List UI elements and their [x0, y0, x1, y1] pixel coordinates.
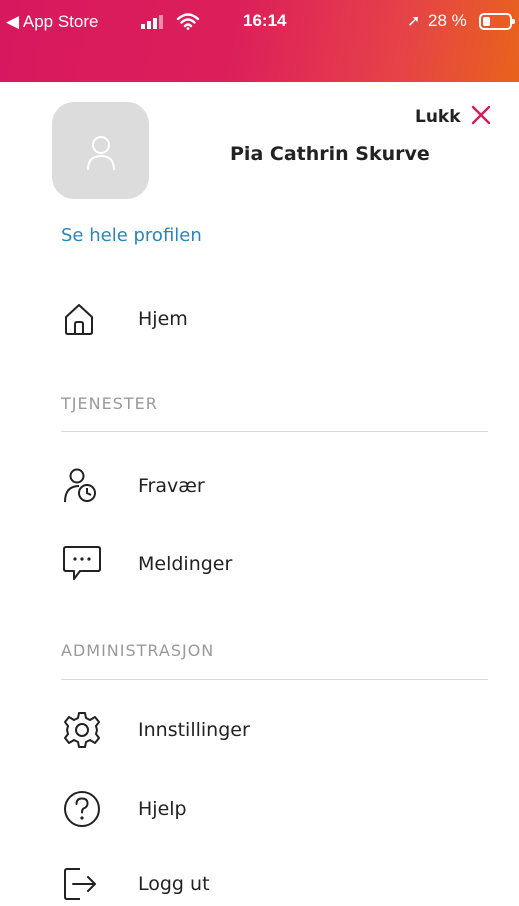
section-title-administrasjon: ADMINISTRASJON — [61, 641, 215, 660]
menu-item-label: Hjem — [138, 308, 188, 330]
person-placeholder-icon — [87, 136, 115, 171]
home-icon — [62, 297, 108, 341]
gear-icon — [62, 708, 108, 752]
menu-item-logg-ut[interactable]: Logg ut — [62, 862, 210, 906]
status-bar: ◀ App Store 16:14 ➚ 28 % — [0, 0, 519, 82]
menu-item-label: Hjelp — [138, 798, 187, 820]
menu-item-home[interactable]: Hjem — [62, 297, 188, 341]
menu-item-label: Logg ut — [138, 873, 210, 895]
status-time: 16:14 — [243, 11, 287, 30]
location-arrow-icon: ➚ — [407, 11, 421, 30]
cellular-signal-icon — [141, 14, 171, 33]
menu-item-label: Fravær — [138, 475, 205, 497]
user-name: Pia Cathrin Skurve — [230, 143, 430, 163]
menu-item-meldinger[interactable]: Meldinger — [62, 542, 232, 586]
logout-icon — [62, 862, 108, 906]
avatar[interactable] — [52, 102, 149, 199]
section-divider — [61, 679, 488, 680]
close-label: Lukk — [415, 107, 461, 127]
section-divider — [61, 431, 488, 432]
wifi-icon — [176, 12, 200, 34]
menu-item-label: Meldinger — [138, 553, 233, 575]
section-title-tjenester: TJENESTER — [61, 394, 158, 413]
view-profile-link[interactable]: Se hele profilen — [61, 225, 202, 246]
close-button[interactable]: Lukk — [415, 103, 491, 131]
battery-percentage: 28 % — [428, 11, 467, 30]
menu-item-hjelp[interactable]: Hjelp — [62, 787, 187, 831]
battery-icon — [479, 13, 515, 30]
close-icon — [471, 105, 491, 129]
chat-bubble-icon — [62, 542, 108, 586]
menu-item-label: Innstillinger — [138, 719, 250, 741]
back-to-app-store-link[interactable]: ◀ App Store — [6, 12, 98, 32]
menu-item-innstillinger[interactable]: Innstillinger — [62, 708, 250, 752]
person-clock-icon — [62, 464, 108, 508]
help-icon — [62, 787, 108, 831]
menu-item-fravaer[interactable]: Fravær — [62, 464, 205, 508]
